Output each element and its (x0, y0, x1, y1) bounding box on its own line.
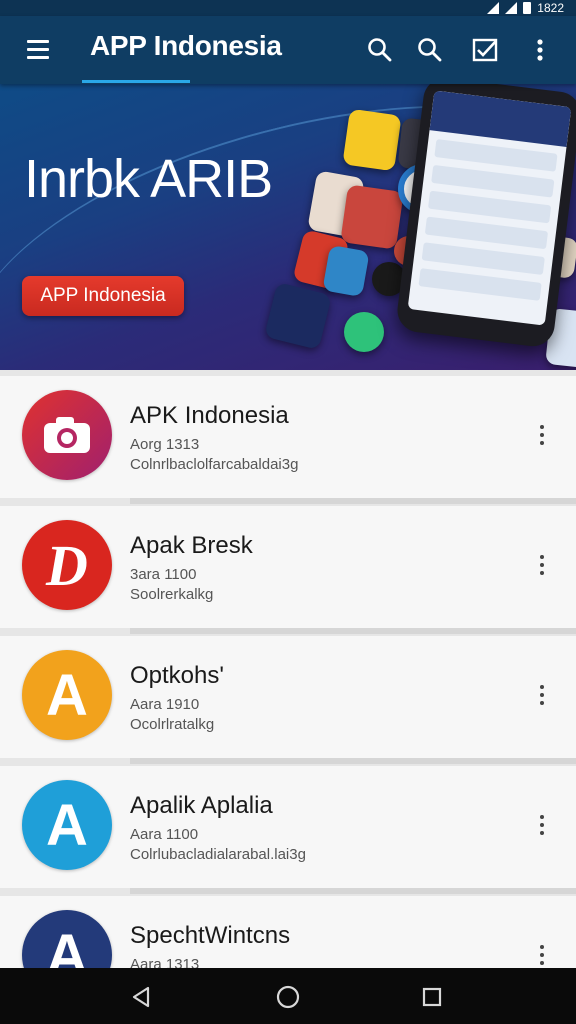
list-divider (130, 628, 576, 634)
camera-icon (22, 390, 112, 480)
app-description: Ocolrlratalkg (130, 716, 215, 733)
app-description: Soolrerkalkg (130, 586, 214, 603)
app-name: Apak Bresk (130, 532, 253, 559)
app-icon-glyph: A (46, 922, 88, 969)
checklist-icon[interactable] (470, 34, 502, 66)
app-icon-glyph: D (46, 532, 88, 598)
status-icons: 1822 (487, 0, 564, 16)
app-description: Colnrlbaclolfarcabaldai3g (130, 456, 299, 473)
app-version: Aorg 1313 (130, 436, 200, 453)
app-name: APK Indonesia (130, 402, 289, 429)
hero-cta-button[interactable]: APP Indonesia (22, 276, 184, 316)
app-icon-glyph: A (46, 792, 88, 858)
search-icon[interactable] (414, 34, 446, 66)
battery-icon (523, 2, 532, 14)
navigation-bar (0, 968, 576, 1024)
title-underline (82, 80, 190, 83)
app-tile (322, 244, 370, 298)
app-name: SpechtWintcns (130, 922, 291, 949)
status-bar: 1822 (0, 0, 576, 16)
hero-title: Inrbk ARIB (24, 149, 273, 209)
app-tile (342, 108, 402, 172)
app-version: Aara 1910 (130, 696, 200, 713)
more-vert-icon[interactable] (528, 418, 556, 452)
home-icon[interactable] (273, 982, 303, 1012)
app-name: Apalik Aplalia (130, 792, 273, 819)
phone-screen (407, 90, 572, 326)
more-vert-icon[interactable] (528, 808, 556, 842)
letter-a-icon: A (22, 650, 112, 740)
app-name: Optkohs' (130, 662, 224, 689)
signal-icon (487, 2, 500, 14)
search-icon[interactable] (364, 34, 396, 66)
app-list-item[interactable]: A Optkohs' Aara 1910 Ocolrlratalkg (0, 636, 576, 758)
phone-illustration (394, 84, 576, 349)
app-bar: APP Indonesia (0, 16, 576, 84)
list-divider (130, 888, 576, 894)
hero-banner[interactable]: Inrbk ARIB APP Indonesia (0, 84, 576, 370)
app-version: 3ara 1100 (130, 566, 197, 583)
more-vert-icon[interactable] (528, 548, 556, 582)
app-description: Colrlubacladialarabal.lai3g (130, 846, 306, 863)
app-badge (344, 312, 384, 352)
list-divider (130, 758, 576, 764)
app-list-item[interactable]: A SpechtWintcns Aara 1313 (0, 896, 576, 968)
more-vert-icon[interactable] (528, 678, 556, 712)
app-list-item[interactable]: D Apak Bresk 3ara 1100 Soolrerkalkg (0, 506, 576, 628)
menu-icon[interactable] (20, 33, 56, 65)
app-title: APP Indonesia (90, 30, 282, 61)
list-divider (130, 498, 576, 504)
wifi-icon (505, 2, 518, 14)
more-vert-icon[interactable] (524, 34, 556, 66)
app-version: Aara 1313 (130, 956, 200, 968)
letter-d-icon: D (22, 520, 112, 610)
app-list-item[interactable]: A Apalik Aplalia Aara 1100 Colrlubacladiala… (0, 766, 576, 888)
letter-a-icon: A (22, 910, 112, 968)
more-vert-icon[interactable] (528, 938, 556, 968)
app-icon-glyph: A (46, 662, 88, 728)
letter-a-icon: A (22, 780, 112, 870)
app-list-item[interactable]: APK Indonesia Aorg 1313 Colnrlbaclolfarcab… (0, 376, 576, 498)
app-version: Aara 1100 (130, 826, 199, 843)
status-time: 1822 (537, 1, 564, 15)
recents-icon[interactable] (417, 982, 447, 1012)
back-icon[interactable] (126, 982, 156, 1012)
app-tile (340, 184, 404, 250)
app-list: APK Indonesia Aorg 1313 Colnrlbaclolfarcab… (0, 370, 576, 968)
